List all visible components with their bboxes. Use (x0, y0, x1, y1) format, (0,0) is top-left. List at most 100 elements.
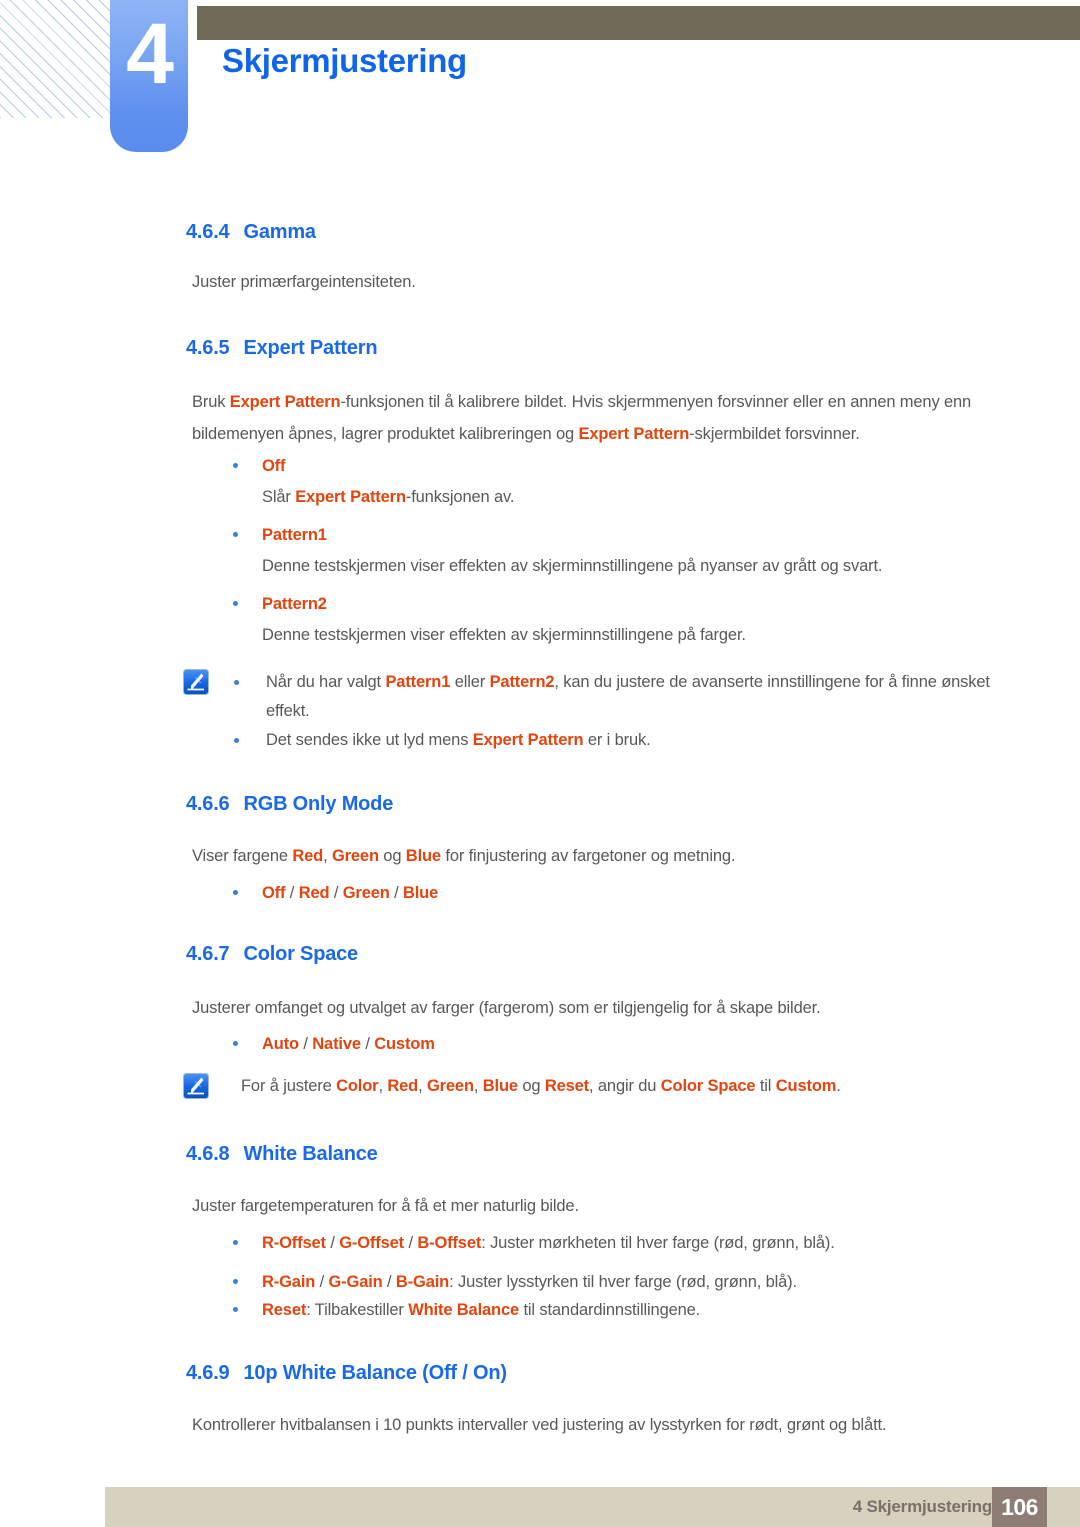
bullet-dot-icon (233, 890, 238, 895)
separator: / (389, 884, 403, 902)
keyword-red: Red (292, 847, 324, 865)
keyword-blue: Blue (482, 1077, 518, 1095)
paragraph-gamma: Juster primærfargeintensiteten. (192, 273, 416, 291)
offset-text: R-Offset / G-Offset / B-Offset: Juster m… (262, 1229, 1013, 1257)
section-heading-rgb-only-mode: 4.6.6 RGB Only Mode (186, 793, 393, 816)
text-run: , (323, 847, 332, 865)
keyword-reset: Reset (544, 1077, 590, 1095)
section-title-gamma: Gamma (243, 221, 316, 243)
section-heading-white-balance: 4.6.8 White Balance (186, 1143, 378, 1166)
separator: / (298, 1035, 313, 1053)
paragraph-option-pattern1-desc: Denne testskjermen viser effekten av skj… (262, 557, 883, 575)
text-run: , (378, 1077, 388, 1095)
paragraph-white-balance: Juster fargetemperaturen for å få et mer… (192, 1197, 579, 1215)
bullet-dot-icon (233, 463, 238, 468)
note-item-1: Når du har valgt Pattern1 eller Pattern2… (234, 668, 994, 726)
keyword-b-offset: B-Offset (417, 1234, 482, 1252)
separator: / (325, 1234, 340, 1252)
section-title-white-balance: White Balance (243, 1143, 378, 1165)
option-native: Native (312, 1035, 361, 1053)
text-run: Det sendes ikke ut lyd mens (266, 731, 473, 749)
text-run: Bruk (192, 393, 230, 411)
text-run: , angir du (589, 1077, 661, 1095)
list-item-option-pattern2: Pattern2 (233, 590, 993, 618)
bullet-dot-icon (234, 680, 239, 685)
bullet-dot-icon (233, 1307, 238, 1312)
section-number-color-space: 4.6.7 (186, 943, 230, 965)
keyword-expert-pattern: Expert Pattern (578, 425, 690, 443)
chapter-badge: 4 (110, 0, 188, 152)
option-red: Red (298, 884, 330, 902)
note-item-2-text: Det sendes ikke ut lyd mens Expert Patte… (266, 726, 994, 755)
keyword-expert-pattern: Expert Pattern (295, 488, 406, 506)
note-color-space-text-wrap: For å justere Color, Red, Green, Blue og… (241, 1072, 1011, 1101)
diagonal-hatch-icon (0, 0, 112, 118)
keyword-g-gain: G-Gain (328, 1273, 383, 1291)
section-title-expert-pattern: Expert Pattern (243, 337, 378, 359)
section-heading-gamma: 4.6.4 Gamma (186, 221, 316, 244)
bullet-dot-icon (233, 532, 238, 537)
text-run: til standardinnstillingene. (519, 1301, 701, 1319)
text-run: -skjermbildet forsvinner. (689, 425, 860, 443)
keyword-g-offset: G-Offset (339, 1234, 405, 1252)
text-run: Slår (262, 488, 296, 506)
keyword-green: Green (426, 1077, 474, 1095)
keyword-expert-pattern: Expert Pattern (472, 731, 584, 749)
separator: / (404, 1234, 418, 1252)
chapter-number: 4 (126, 6, 174, 102)
keyword-color: Color (336, 1077, 379, 1095)
text-run: til (755, 1077, 776, 1095)
section-heading-color-space: 4.6.7 Color Space (186, 943, 358, 966)
text-run: Når du har valgt (266, 673, 386, 691)
list-item-option-pattern1: Pattern1 (233, 521, 993, 549)
gain-text: R-Gain / G-Gain / B-Gain: Juster lysstyr… (262, 1268, 1013, 1296)
separator: / (382, 1273, 396, 1291)
note-color-space-text: For å justere Color, Red, Green, Blue og… (241, 1072, 1011, 1101)
option-label-pattern1: Pattern1 (262, 526, 327, 544)
list-item-rgb-options: Off / Red / Green / Blue (233, 879, 993, 907)
section-heading-10p-white-balance: 4.6.9 10p White Balance (Off / On) (186, 1362, 507, 1385)
text-run: eller (450, 673, 490, 691)
option-custom: Custom (374, 1035, 435, 1053)
keyword-expert-pattern: Expert Pattern (229, 393, 341, 411)
text-run: For å justere (241, 1077, 337, 1095)
paragraph-color-space: Justerer omfanget og utvalget av farger … (192, 999, 821, 1017)
rgb-option-values: Off / Red / Green / Blue (262, 879, 993, 907)
text-run: : Juster lysstyrken til hver farge (rød,… (449, 1273, 797, 1291)
paragraph-expert-pattern-intro: Bruk Expert Pattern-funksjonen til å kal… (192, 386, 1012, 450)
text-run: : Juster mørkheten til hver farge (rød, … (481, 1234, 835, 1252)
section-number-10p-white-balance: 4.6.9 (186, 1362, 230, 1384)
text-run: og (378, 847, 406, 865)
text-run: for finjustering av fargetoner og metnin… (440, 847, 736, 865)
page-footer: 4 Skjermjustering 106 (105, 1487, 1080, 1527)
page-number: 106 (1001, 1494, 1038, 1520)
section-number-rgb-only-mode: 4.6.6 (186, 793, 230, 815)
page-title: Skjermjustering (222, 42, 467, 79)
bullet-dot-icon (233, 1041, 238, 1046)
text-run: , (418, 1077, 427, 1095)
option-blue: Blue (402, 884, 439, 902)
note-item-2: Det sendes ikke ut lyd mens Expert Patte… (234, 726, 994, 755)
text-run: er i bruk. (583, 731, 651, 749)
separator: / (285, 884, 299, 902)
list-item-offset: R-Offset / G-Offset / B-Offset: Juster m… (233, 1229, 1013, 1257)
separator: / (360, 1035, 375, 1053)
list-item-gain: R-Gain / G-Gain / B-Gain: Juster lysstyr… (233, 1268, 1013, 1296)
page-header: 4 Skjermjustering (0, 0, 1080, 160)
bullet-dot-icon (233, 1240, 238, 1245)
option-off: Off (262, 884, 286, 902)
reset-text: Reset: Tilbakestiller White Balance til … (262, 1296, 1013, 1324)
section-title-rgb-only-mode: RGB Only Mode (243, 793, 394, 815)
section-heading-expert-pattern: 4.6.5 Expert Pattern (186, 337, 378, 360)
bullet-dot-icon (233, 1279, 238, 1284)
bullet-dot-icon (233, 601, 238, 606)
section-number-white-balance: 4.6.8 (186, 1143, 230, 1165)
paragraph-option-off-desc: Slår Expert Pattern-funksjonen av. (262, 483, 1002, 511)
text-run: , kan du justere de avanserte innstillin… (554, 673, 937, 691)
keyword-green: Green (331, 847, 379, 865)
keyword-reset: Reset (262, 1301, 307, 1319)
text-run: -funksjonen til å kalibrere bildet. Hvis… (340, 393, 940, 411)
color-space-option-values: Auto / Native / Custom (262, 1030, 993, 1058)
note-pencil-icon (183, 1073, 209, 1099)
section-title-color-space: Color Space (243, 943, 358, 965)
